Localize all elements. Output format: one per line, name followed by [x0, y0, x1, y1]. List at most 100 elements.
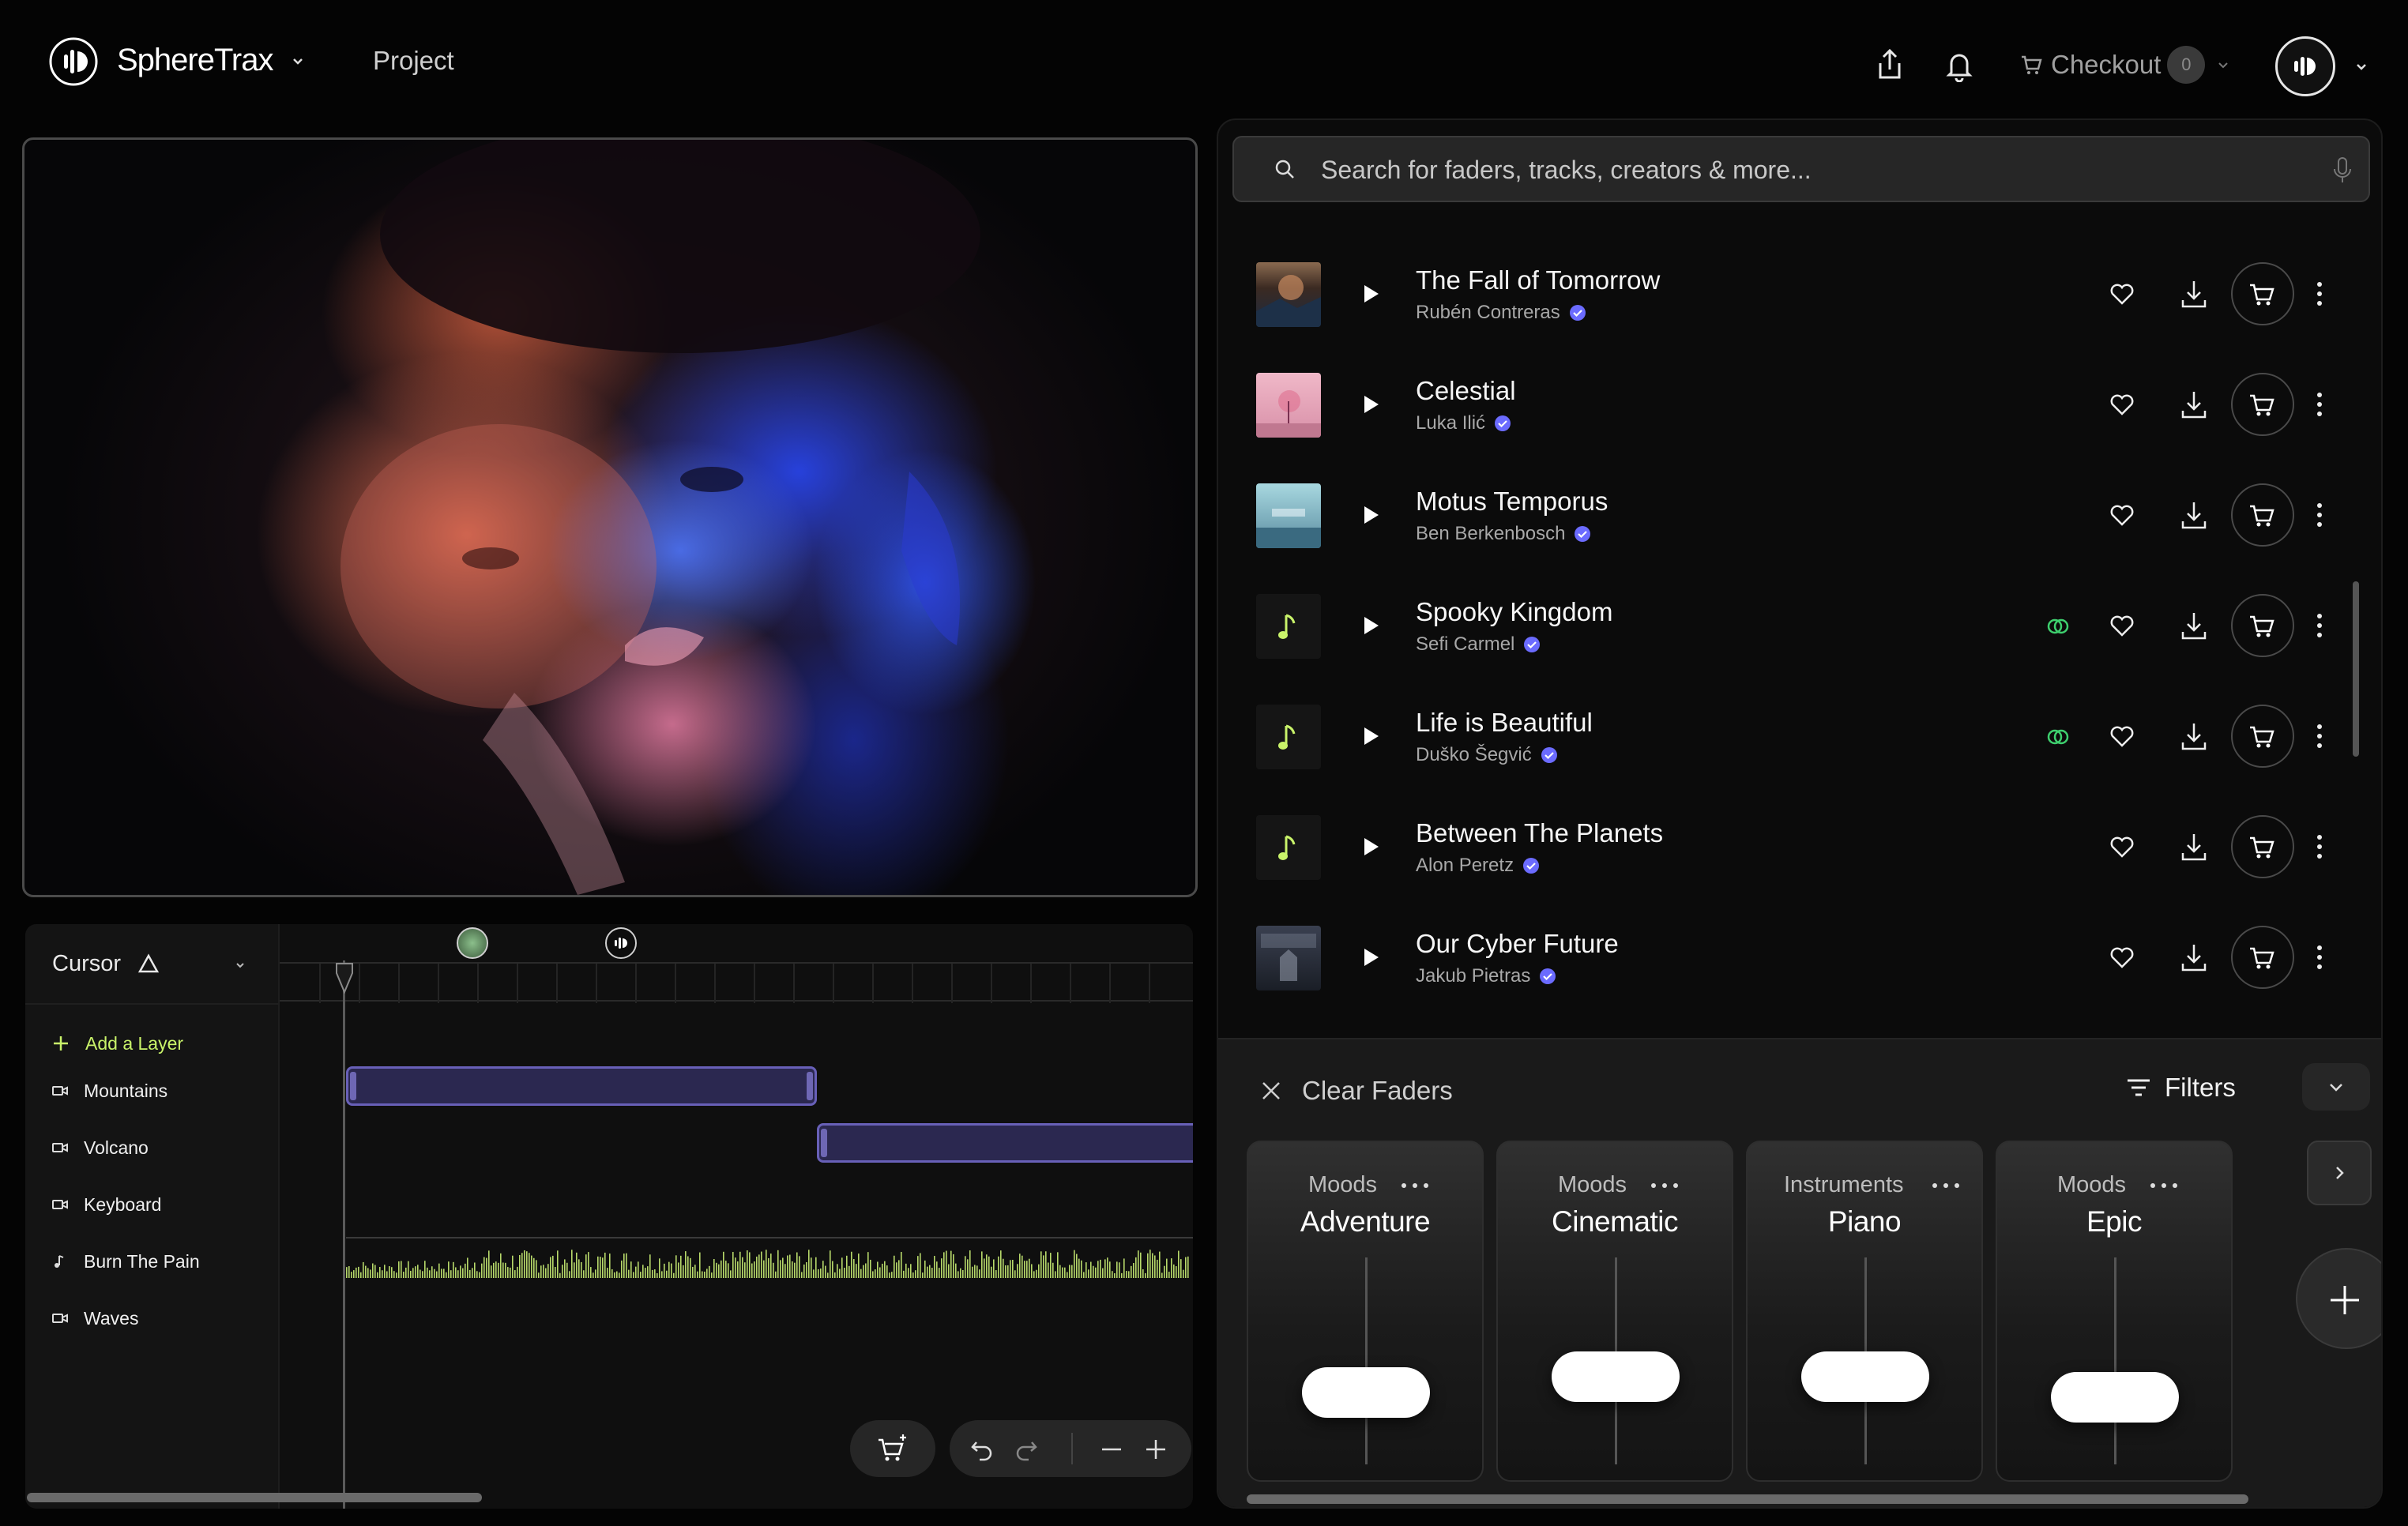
- track-row[interactable]: Celestial Luka Ilić: [1218, 349, 2381, 460]
- track-artist[interactable]: Alon Peretz: [1416, 855, 1541, 877]
- fader-knob[interactable]: [1302, 1366, 1430, 1418]
- video-clip[interactable]: [817, 1123, 1193, 1163]
- track-title[interactable]: Celestial: [1416, 376, 1516, 406]
- track-title[interactable]: Life is Beautiful: [1416, 708, 1593, 738]
- add-layer-button[interactable]: Add a Layer: [52, 1030, 183, 1057]
- zoom-in-icon[interactable]: [1144, 1438, 1168, 1461]
- globe-marker-icon[interactable]: [457, 927, 488, 959]
- play-icon[interactable]: [1356, 833, 1384, 861]
- heart-icon[interactable]: [2108, 943, 2136, 972]
- track-row[interactable]: Between The Planets Alon Peretz: [1218, 791, 2381, 902]
- track-title[interactable]: Between The Planets: [1416, 818, 1663, 848]
- undo-icon[interactable]: [970, 1438, 994, 1461]
- fader-knob[interactable]: [1552, 1351, 1680, 1402]
- play-icon[interactable]: [1356, 501, 1384, 529]
- layer-item[interactable]: Keyboard: [52, 1193, 161, 1216]
- layer-item[interactable]: Volcano: [52, 1136, 149, 1160]
- track-row[interactable]: Our Cyber Future Jakub Pietras: [1218, 902, 2381, 1013]
- track-row[interactable]: Life is Beautiful Duško Šegvić: [1218, 681, 2381, 791]
- more-options-icon[interactable]: [2315, 278, 2324, 310]
- more-options-icon[interactable]: [2315, 610, 2324, 641]
- clear-faders-button[interactable]: Clear Faders: [1302, 1076, 1453, 1106]
- track-artist[interactable]: Luka Ilić: [1416, 412, 1512, 434]
- track-artist[interactable]: Sefi Carmel: [1416, 633, 1541, 656]
- more-options-icon[interactable]: [2315, 942, 2324, 973]
- download-icon[interactable]: [2179, 942, 2209, 973]
- cursor-selector[interactable]: Cursor: [25, 924, 280, 1005]
- nav-project[interactable]: Project: [373, 46, 454, 76]
- fader-card[interactable]: Moods Cinematic: [1496, 1141, 1733, 1482]
- clip-handle[interactable]: [807, 1072, 813, 1100]
- layer-item[interactable]: Waves: [52, 1306, 138, 1330]
- add-to-cart-button[interactable]: [2231, 594, 2294, 657]
- fader-knob[interactable]: [1801, 1351, 1929, 1402]
- zoom-out-icon[interactable]: [1100, 1438, 1123, 1461]
- avatar[interactable]: [2275, 36, 2335, 96]
- track-title[interactable]: Spooky Kingdom: [1416, 597, 1612, 627]
- timeline-tracks[interactable]: [280, 924, 1193, 1509]
- chevron-down-icon[interactable]: [289, 53, 307, 70]
- add-to-cart-button[interactable]: [2231, 483, 2294, 547]
- layer-item[interactable]: Mountains: [52, 1079, 167, 1103]
- fader-card[interactable]: Instruments Piano: [1746, 1141, 1983, 1482]
- more-horizontal-icon[interactable]: [1650, 1182, 1680, 1190]
- track-artist[interactable]: Ben Berkenbosch: [1416, 523, 1592, 545]
- search-input[interactable]: [1321, 152, 2301, 188]
- clip-handle[interactable]: [821, 1129, 827, 1157]
- track-artist[interactable]: Jakub Pietras: [1416, 965, 1557, 987]
- brand-name[interactable]: SphereTrax: [117, 43, 273, 78]
- heart-icon[interactable]: [2108, 833, 2136, 861]
- heart-icon[interactable]: [2108, 280, 2136, 308]
- clip-handle[interactable]: [350, 1072, 356, 1100]
- track-artist[interactable]: Rubén Contreras: [1416, 302, 1587, 324]
- heart-icon[interactable]: [2108, 390, 2136, 419]
- track-row[interactable]: Spooky Kingdom Sefi Carmel: [1218, 570, 2381, 681]
- spheretrax-marker-icon[interactable]: [605, 927, 637, 959]
- play-icon[interactable]: [1356, 722, 1384, 750]
- download-icon[interactable]: [2179, 499, 2209, 531]
- download-icon[interactable]: [2179, 389, 2209, 420]
- collapse-faders-button[interactable]: [2302, 1063, 2370, 1111]
- add-fader-button[interactable]: [2296, 1248, 2381, 1349]
- add-to-cart-button[interactable]: [2231, 926, 2294, 989]
- download-icon[interactable]: [2179, 610, 2209, 641]
- microphone-icon[interactable]: [2332, 156, 2353, 185]
- playhead-handle-icon[interactable]: [335, 962, 354, 994]
- more-horizontal-icon[interactable]: [1931, 1182, 1961, 1190]
- track-title[interactable]: Motus Temporus: [1416, 487, 1608, 517]
- more-options-icon[interactable]: [2315, 720, 2324, 752]
- track-title[interactable]: The Fall of Tomorrow: [1416, 265, 1660, 295]
- add-to-cart-button[interactable]: [2231, 705, 2294, 768]
- more-options-icon[interactable]: [2315, 499, 2324, 531]
- playhead[interactable]: [343, 960, 345, 1509]
- close-icon[interactable]: [1259, 1079, 1283, 1103]
- timeline-scrollbar[interactable]: [27, 1493, 482, 1502]
- more-horizontal-icon[interactable]: [1400, 1182, 1430, 1190]
- layer-item[interactable]: Burn The Pain: [52, 1250, 200, 1273]
- add-to-cart-button[interactable]: [2231, 815, 2294, 878]
- track-list-scrollbar[interactable]: [2353, 581, 2359, 757]
- stems-icon[interactable]: [2045, 613, 2071, 640]
- filters-button[interactable]: Filters: [2125, 1073, 2236, 1103]
- fader-knob[interactable]: [2051, 1371, 2179, 1423]
- play-icon[interactable]: [1356, 280, 1384, 308]
- chevron-down-icon[interactable]: [2353, 58, 2370, 76]
- track-row[interactable]: The Fall of Tomorrow Rubén Contreras: [1218, 239, 2381, 349]
- share-icon[interactable]: [1874, 47, 1906, 82]
- fader-card[interactable]: Moods Adventure: [1247, 1141, 1484, 1482]
- heart-icon[interactable]: [2108, 722, 2136, 750]
- spheretrax-logo-icon[interactable]: [49, 37, 98, 86]
- heart-icon[interactable]: [2108, 501, 2136, 529]
- more-options-icon[interactable]: [2315, 831, 2324, 863]
- download-icon[interactable]: [2179, 720, 2209, 752]
- heart-icon[interactable]: [2108, 611, 2136, 640]
- track-title[interactable]: Our Cyber Future: [1416, 929, 1619, 959]
- play-icon[interactable]: [1356, 390, 1384, 419]
- audio-waveform[interactable]: [346, 1237, 1193, 1280]
- time-ruler[interactable]: [280, 962, 1193, 1003]
- add-to-cart-button[interactable]: [2231, 373, 2294, 436]
- bell-icon[interactable]: [1943, 47, 1975, 82]
- fader-card[interactable]: Moods Epic: [1996, 1141, 2233, 1482]
- checkout-button[interactable]: Checkout 0: [2019, 44, 2230, 85]
- video-preview[interactable]: [22, 137, 1198, 897]
